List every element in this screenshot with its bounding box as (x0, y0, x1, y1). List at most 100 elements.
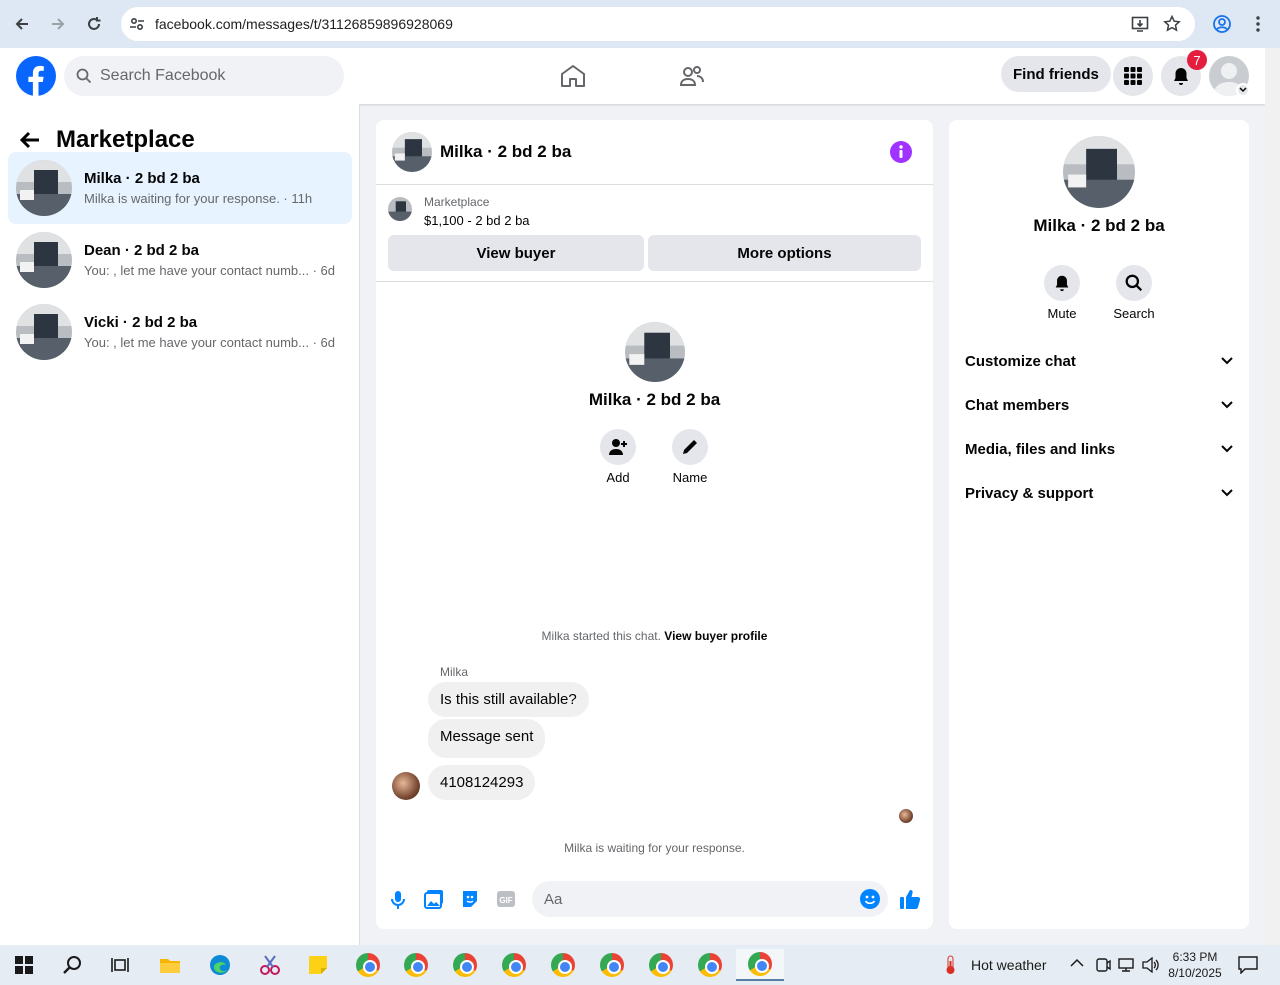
message-bubble[interactable]: 4108124293 (428, 765, 536, 800)
view-buyer-profile-link[interactable]: View buyer profile (664, 629, 767, 643)
info-icon[interactable] (890, 141, 912, 163)
friends-icon[interactable] (679, 64, 705, 88)
chrome-profile-icon[interactable] (592, 949, 632, 981)
notification-center-icon[interactable] (1238, 956, 1258, 974)
reload-icon[interactable] (76, 6, 112, 42)
clock-date: 8/10/2025 (1168, 966, 1222, 980)
marketplace-title: Marketplace (56, 126, 195, 153)
back-icon[interactable] (4, 6, 40, 42)
sender-avatar[interactable] (392, 772, 420, 800)
microphone-icon[interactable] (390, 890, 406, 910)
chrome-profile-icon[interactable] (494, 949, 534, 981)
listing-avatar (16, 232, 72, 288)
address-bar[interactable]: facebook.com/messages/t/3112685989692806… (121, 7, 1195, 41)
sticky-notes-icon[interactable] (298, 949, 338, 981)
customize-chat-row[interactable]: Customize chat (965, 339, 1233, 383)
browser-menu-icon[interactable] (1240, 6, 1276, 42)
find-friends-button[interactable]: Find friends (1001, 56, 1111, 92)
waiting-note: Milka is waiting for your response. (564, 841, 745, 855)
pencil-icon[interactable] (672, 429, 708, 465)
chevron-up-icon[interactable] (1070, 958, 1084, 968)
conversation-item[interactable]: Milka · 2 bd 2 ba Milka is waiting for yo… (8, 152, 352, 224)
conversation-name: Vicki · 2 bd 2 ba (84, 314, 198, 331)
name-label: Name (672, 470, 708, 485)
message-input[interactable]: Aa (532, 881, 888, 917)
chrome-profile-icon[interactable] (348, 949, 388, 981)
meet-now-icon[interactable] (1095, 956, 1111, 974)
windows-start-icon[interactable] (4, 949, 44, 981)
back-arrow-icon[interactable] (20, 131, 40, 149)
clock[interactable]: 6:33 PM 8/10/2025 (1165, 949, 1225, 981)
conversation-preview: You: , let me have your contact numb... … (84, 263, 335, 278)
chat-header: Milka · 2 bd 2 ba (376, 120, 933, 185)
sender-name: Milka (440, 665, 469, 679)
chevron-down-icon (1221, 357, 1233, 365)
bookmark-star-icon[interactable] (1163, 15, 1181, 33)
conversation-list-panel: Marketplace Milka · 2 bd 2 ba Milka is wa… (0, 104, 360, 945)
edge-browser-icon[interactable] (200, 949, 240, 981)
media-files-links-row[interactable]: Media, files and links (965, 427, 1233, 471)
chat-started-note: Milka started this chat. View buyer prof… (376, 629, 933, 643)
chrome-profile-icon[interactable] (396, 949, 436, 981)
listing-detail[interactable]: $1,100 - 2 bd 2 ba (424, 213, 530, 228)
message-bubble[interactable]: Is this still available? (428, 682, 589, 717)
profile-avatar (625, 322, 685, 382)
more-options-button[interactable]: More options (648, 235, 921, 271)
site-settings-icon[interactable] (129, 16, 145, 32)
info-avatar[interactable] (1063, 136, 1135, 208)
conversation-name: Milka · 2 bd 2 ba (84, 170, 200, 187)
chat-started-text: Milka started this chat. (541, 629, 661, 643)
account-chevron-icon[interactable] (1236, 83, 1250, 97)
divider (376, 281, 933, 282)
windows-taskbar: Hot weather 6:33 PM 8/10/2025 (0, 945, 1280, 985)
add-person-icon[interactable] (600, 429, 636, 465)
profile-icon[interactable] (1204, 6, 1240, 42)
thumbs-up-icon[interactable] (899, 888, 921, 910)
facebook-logo-icon[interactable] (16, 56, 56, 96)
privacy-support-row[interactable]: Privacy & support (965, 471, 1233, 515)
section-label: Customize chat (965, 352, 1076, 370)
message-bubble[interactable]: Message sent (428, 719, 546, 758)
view-buyer-button[interactable]: View buyer (388, 235, 644, 271)
chrome-profile-icon[interactable] (543, 949, 583, 981)
search-input[interactable]: Search Facebook (64, 56, 344, 96)
facebook-header: Search Facebook Find friends 7 (0, 48, 1265, 104)
conversation-preview: You: , let me have your contact numb... … (84, 335, 335, 350)
install-app-icon[interactable] (1131, 15, 1149, 33)
file-explorer-icon[interactable] (150, 949, 190, 981)
listing-avatar (16, 160, 72, 216)
conversation-item[interactable]: Vicki · 2 bd 2 ba You: , let me have your… (8, 296, 352, 368)
conversation-item[interactable]: Dean · 2 bd 2 ba You: , let me have your … (8, 224, 352, 296)
task-view-icon[interactable] (100, 949, 140, 981)
notification-badge: 7 (1187, 50, 1207, 70)
taskbar-search-icon[interactable] (52, 949, 92, 981)
weather-text[interactable]: Hot weather (971, 957, 1046, 973)
chevron-down-icon (1221, 401, 1233, 409)
sticker-icon[interactable] (460, 889, 480, 909)
mute-bell-icon[interactable] (1044, 265, 1080, 301)
chat-info-panel: Milka · 2 bd 2 ba Mute Search Customize … (949, 120, 1249, 929)
network-icon[interactable] (1118, 957, 1136, 973)
menu-grid-icon[interactable] (1113, 56, 1153, 96)
forward-icon[interactable] (40, 6, 76, 42)
section-label: Media, files and links (965, 440, 1116, 458)
chrome-profile-icon[interactable] (445, 949, 485, 981)
svg-text:GIF: GIF (499, 896, 512, 905)
home-icon[interactable] (560, 64, 586, 88)
volume-icon[interactable] (1142, 957, 1160, 973)
chrome-profile-icon[interactable] (690, 949, 730, 981)
snipping-tool-icon[interactable] (250, 949, 290, 981)
chrome-active-window-icon[interactable] (736, 949, 784, 981)
search-icon (76, 68, 92, 84)
chevron-down-icon (1221, 489, 1233, 497)
emoji-icon[interactable] (860, 889, 880, 909)
gif-icon[interactable]: GIF (496, 889, 516, 909)
seen-avatar (899, 809, 913, 823)
photo-icon[interactable] (424, 889, 444, 909)
page-scrollbar[interactable] (1265, 48, 1280, 945)
chrome-profile-icon[interactable] (641, 949, 681, 981)
chat-members-row[interactable]: Chat members (965, 383, 1233, 427)
chat-avatar[interactable] (392, 132, 432, 172)
search-icon[interactable] (1116, 265, 1152, 301)
chat-title[interactable]: Milka · 2 bd 2 ba (440, 142, 571, 162)
